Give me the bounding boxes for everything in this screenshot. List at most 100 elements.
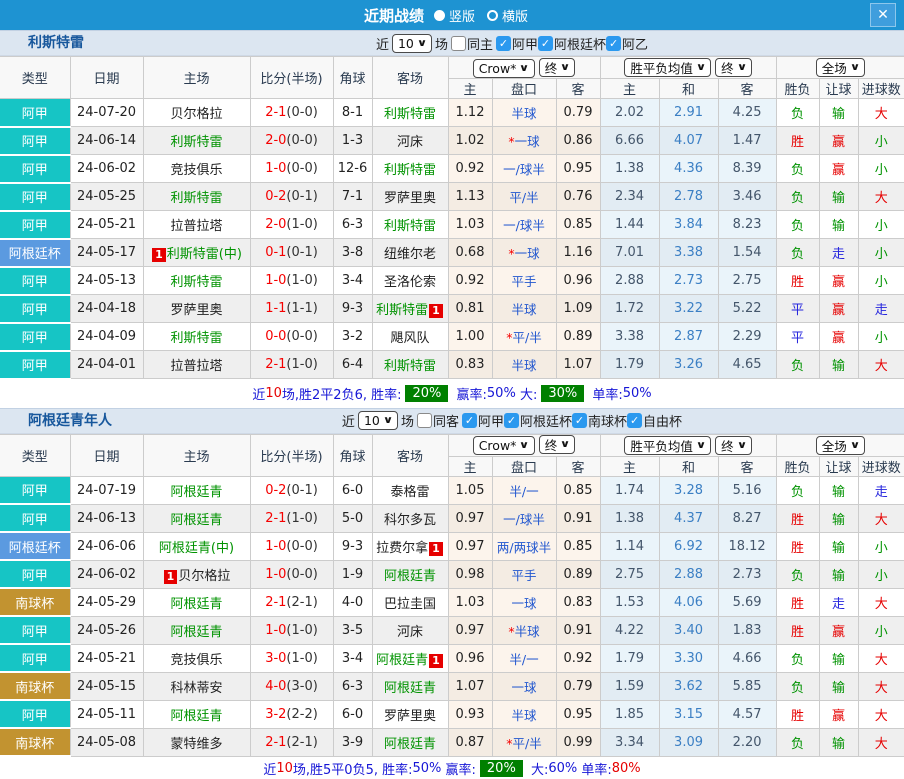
result-goals: 走 — [858, 476, 904, 504]
halftime-score: (0-0) — [286, 329, 317, 344]
result-handicap: 输 — [819, 532, 858, 560]
avg-home: 1.74 — [600, 476, 659, 504]
avg-away: 3.46 — [718, 183, 776, 211]
match-score: 1-0(0-0) — [250, 155, 333, 183]
avg-away: 4.25 — [718, 99, 776, 127]
home-team: 利斯特雷 — [143, 127, 250, 155]
result-wdl: 胜 — [776, 127, 819, 155]
bookmaker-select[interactable]: Crow*∨ — [473, 436, 535, 455]
result-wdl: 负 — [776, 211, 819, 239]
league-checkbox-南球杯[interactable]: ✓南球杯 — [572, 411, 627, 430]
avg-home: 1.14 — [600, 532, 659, 560]
avg-home: 2.88 — [600, 267, 659, 295]
away-team: 飓风队 — [372, 323, 448, 351]
result-wdl: 胜 — [776, 588, 819, 616]
table-row: 阿甲24-07-19阿根廷青0-2(0-1)6-0泰格雷1.05半/一0.851… — [0, 476, 904, 504]
away-odds: 0.76 — [556, 183, 600, 211]
corner-score: 9-3 — [333, 532, 372, 560]
odds-final-select[interactable]: 终∨ — [539, 435, 576, 454]
league-checkbox-自由杯[interactable]: ✓自由杯 — [627, 411, 682, 430]
home-odds: 1.05 — [448, 476, 492, 504]
col-handicap: 盘口 — [492, 79, 556, 99]
match-count-select[interactable]: 10 ∨ — [392, 34, 432, 53]
result-goals: 大 — [858, 351, 904, 379]
avg-home: 1.85 — [600, 700, 659, 728]
filter-controls: 近 10 ∨ 场 ✓ 同客 ✓阿甲✓阿根廷杯✓南球杯✓自由杯 — [342, 411, 682, 430]
match-count-select[interactable]: 10 ∨ — [358, 411, 398, 430]
col-corner: 角球 — [333, 434, 372, 476]
league-tag: 阿甲 — [0, 560, 70, 588]
league-checkbox-阿根廷杯[interactable]: ✓阿根廷杯 — [504, 411, 572, 430]
halftime-score: (1-0) — [286, 511, 317, 526]
avg-home: 4.22 — [600, 616, 659, 644]
odds-final-select[interactable]: 终∨ — [539, 58, 576, 77]
home-team-name: 科林蒂安 — [170, 681, 222, 696]
result-wdl: 负 — [776, 644, 819, 672]
home-team-name: 竞技俱乐 — [170, 653, 222, 668]
section-header: 阿根廷青年人 近 10 ∨ 场 ✓ 同客 ✓阿甲✓阿根廷杯✓南球杯✓自由杯 — [0, 408, 904, 434]
league-label: 阿根廷杯 — [520, 411, 572, 430]
avg-select[interactable]: 胜平负均值∨ — [624, 58, 711, 77]
col-odds-away: 客 — [556, 79, 600, 99]
avg-draw: 3.84 — [659, 211, 718, 239]
league-checkbox-阿乙[interactable]: ✓阿乙 — [606, 34, 648, 53]
away-team-name: 阿根廷青 — [384, 737, 436, 752]
avg-draw: 3.28 — [659, 476, 718, 504]
avg-select[interactable]: 胜平负均值∨ — [624, 436, 711, 455]
close-button[interactable]: ✕ — [870, 3, 896, 27]
result-handicap: 赢 — [819, 700, 858, 728]
same-venue-checkbox[interactable]: ✓ 同主 — [451, 34, 493, 53]
away-odds: 0.96 — [556, 267, 600, 295]
col-score: 比分(半场) — [250, 57, 333, 99]
chevron-down-icon: ∨ — [736, 440, 747, 451]
result-goals: 小 — [858, 532, 904, 560]
handicap: 一球 — [492, 672, 556, 700]
league-tag: 阿甲 — [0, 476, 70, 504]
halftime-score: (1-0) — [286, 651, 317, 666]
league-checkbox-阿甲[interactable]: ✓阿甲 — [462, 411, 504, 430]
away-odds: 0.89 — [556, 560, 600, 588]
home-team: 阿根廷青 — [143, 476, 250, 504]
avg-away: 8.27 — [718, 504, 776, 532]
home-team: 罗萨里奥 — [143, 295, 250, 323]
col-handicap: 盘口 — [492, 456, 556, 476]
col-avg-away: 客 — [718, 456, 776, 476]
same-venue-checkbox[interactable]: ✓ 同客 — [417, 411, 459, 430]
away-team: 利斯特雷 — [372, 99, 448, 127]
result-goals: 大 — [858, 183, 904, 211]
home-odds: 1.12 — [448, 99, 492, 127]
league-checkbox-阿根廷杯[interactable]: ✓阿根廷杯 — [538, 34, 606, 53]
fulltime-score: 0-2 — [265, 483, 286, 498]
away-team-name: 罗萨里奥 — [384, 191, 436, 206]
corner-score: 6-0 — [333, 476, 372, 504]
home-team-name: 贝尔格拉 — [178, 569, 230, 584]
avg-away: 5.69 — [718, 588, 776, 616]
result-wdl: 负 — [776, 239, 819, 267]
result-group-header: 全场∨ — [776, 434, 904, 456]
avg-final-select[interactable]: 终∨ — [715, 58, 752, 77]
home-team-name: 阿根廷青(中) — [159, 541, 234, 556]
col-score: 比分(半场) — [250, 434, 333, 476]
bookmaker-select[interactable]: Crow*∨ — [473, 59, 535, 78]
radio-portrait[interactable]: 竖版 — [434, 6, 475, 25]
scope-select[interactable]: 全场∨ — [816, 436, 865, 455]
corner-score: 6-4 — [333, 351, 372, 379]
result-handicap: 走 — [819, 239, 858, 267]
halftime-score: (0-1) — [286, 189, 317, 204]
corner-score: 12-6 — [333, 155, 372, 183]
radio-selected-icon — [434, 10, 445, 21]
team-section: 阿根廷青年人 近 10 ∨ 场 ✓ 同客 ✓阿甲✓阿根廷杯✓南球杯✓自由杯 — [0, 408, 904, 779]
summary-text: 60% — [548, 761, 577, 776]
handicap-text: 一/球半 — [503, 512, 545, 527]
fulltime-score: 3-0 — [265, 651, 286, 666]
col-type: 类型 — [0, 434, 70, 476]
avg-final-select[interactable]: 终∨ — [715, 436, 752, 455]
result-goals: 小 — [858, 155, 904, 183]
away-team-name: 利斯特雷 — [384, 219, 436, 234]
league-checkbox-阿甲[interactable]: ✓阿甲 — [496, 34, 538, 53]
avg-draw: 3.26 — [659, 351, 718, 379]
radio-landscape[interactable]: 横版 — [487, 6, 528, 25]
team-name: 利斯特雷 — [28, 31, 84, 56]
match-score: 2-1(1-0) — [250, 504, 333, 532]
scope-select[interactable]: 全场∨ — [816, 58, 865, 77]
